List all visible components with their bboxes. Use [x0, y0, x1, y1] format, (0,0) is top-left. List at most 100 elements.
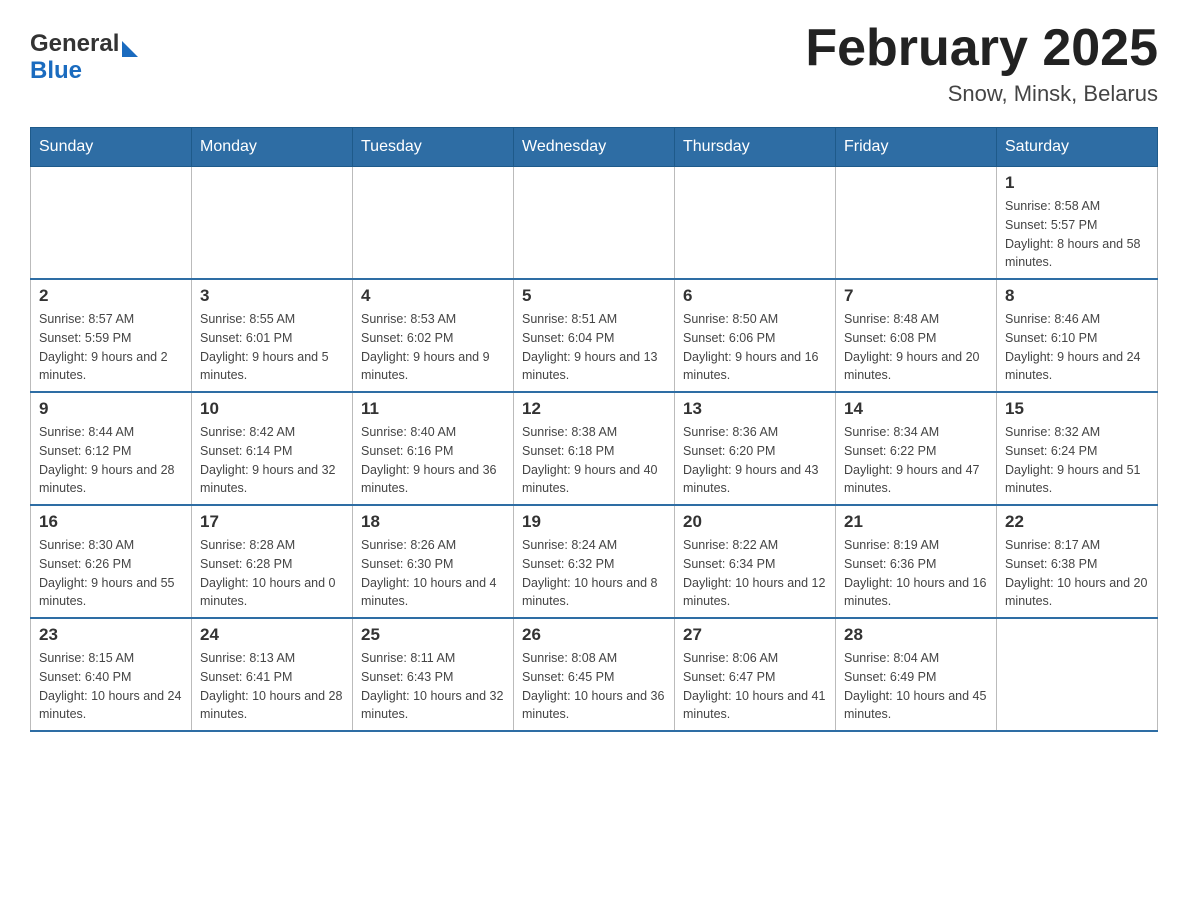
day-info: Sunrise: 8:51 AM Sunset: 6:04 PM Dayligh…: [522, 310, 666, 385]
day-number: 6: [683, 286, 827, 306]
calendar-cell: 10 Sunrise: 8:42 AM Sunset: 6:14 PM Dayli…: [192, 392, 353, 505]
weekday-header-tuesday: Tuesday: [353, 128, 514, 167]
day-info: Sunrise: 8:11 AM Sunset: 6:43 PM Dayligh…: [361, 649, 505, 724]
day-number: 11: [361, 399, 505, 419]
calendar-cell: 9Sunrise: 8:44 AM Sunset: 6:12 PM Daylig…: [31, 392, 192, 505]
day-info: Sunrise: 8:28 AM Sunset: 6:28 PM Dayligh…: [200, 536, 344, 611]
day-info: Sunrise: 8:26 AM Sunset: 6:30 PM Dayligh…: [361, 536, 505, 611]
calendar-week-2: 2 Sunrise: 8:57 AM Sunset: 5:59 PM Daylig…: [31, 279, 1158, 392]
calendar-cell: 3 Sunrise: 8:55 AM Sunset: 6:01 PM Daylig…: [192, 279, 353, 392]
day-number: 14: [844, 399, 988, 419]
weekday-header-wednesday: Wednesday: [514, 128, 675, 167]
day-number: 22: [1005, 512, 1149, 532]
day-number: 28: [844, 625, 988, 645]
day-number: 8: [1005, 286, 1149, 306]
day-number: 12: [522, 399, 666, 419]
calendar-cell: [31, 167, 192, 280]
calendar-cell: 1 Sunrise: 8:58 AM Sunset: 5:57 PM Daylig…: [997, 167, 1158, 280]
calendar-cell: 23 Sunrise: 8:15 AM Sunset: 6:40 PM Dayli…: [31, 618, 192, 731]
calendar-title: February 2025: [805, 20, 1158, 77]
day-info: Sunrise: 8:24 AM Sunset: 6:32 PM Dayligh…: [522, 536, 666, 611]
calendar-week-4: 16 Sunrise: 8:30 AM Sunset: 6:26 PM Dayli…: [31, 505, 1158, 618]
logo-general-text: General: [30, 30, 119, 59]
calendar-cell: 26 Sunrise: 8:08 AM Sunset: 6:45 PM Dayli…: [514, 618, 675, 731]
day-info: Sunrise: 8:53 AM Sunset: 6:02 PM Dayligh…: [361, 310, 505, 385]
calendar-week-1: 1 Sunrise: 8:58 AM Sunset: 5:57 PM Daylig…: [31, 167, 1158, 280]
day-number: 1: [1005, 173, 1149, 193]
day-info: Sunrise: 8:58 AM Sunset: 5:57 PM Dayligh…: [1005, 197, 1149, 272]
day-info: Sunrise: 8:42 AM Sunset: 6:14 PM Dayligh…: [200, 423, 344, 498]
logo-triangle-icon: [122, 41, 138, 57]
day-info: Sunrise: 8:17 AM Sunset: 6:38 PM Dayligh…: [1005, 536, 1149, 611]
day-info: Sunrise: 8:19 AM Sunset: 6:36 PM Dayligh…: [844, 536, 988, 611]
calendar-cell: 6Sunrise: 8:50 AM Sunset: 6:06 PM Daylig…: [675, 279, 836, 392]
weekday-header-saturday: Saturday: [997, 128, 1158, 167]
logo: General Blue: [30, 30, 190, 86]
day-number: 23: [39, 625, 183, 645]
calendar-cell: 11 Sunrise: 8:40 AM Sunset: 6:16 PM Dayli…: [353, 392, 514, 505]
day-number: 13: [683, 399, 827, 419]
day-info: Sunrise: 8:34 AM Sunset: 6:22 PM Dayligh…: [844, 423, 988, 498]
day-info: Sunrise: 8:57 AM Sunset: 5:59 PM Dayligh…: [39, 310, 183, 385]
day-info: Sunrise: 8:22 AM Sunset: 6:34 PM Dayligh…: [683, 536, 827, 611]
calendar-subtitle: Snow, Minsk, Belarus: [805, 81, 1158, 107]
day-number: 18: [361, 512, 505, 532]
calendar-cell: 12 Sunrise: 8:38 AM Sunset: 6:18 PM Dayli…: [514, 392, 675, 505]
day-number: 3: [200, 286, 344, 306]
day-info: Sunrise: 8:32 AM Sunset: 6:24 PM Dayligh…: [1005, 423, 1149, 498]
day-number: 10: [200, 399, 344, 419]
title-block: February 2025 Snow, Minsk, Belarus: [805, 20, 1158, 107]
day-number: 4: [361, 286, 505, 306]
weekday-header-sunday: Sunday: [31, 128, 192, 167]
day-number: 16: [39, 512, 183, 532]
day-number: 25: [361, 625, 505, 645]
day-info: Sunrise: 8:13 AM Sunset: 6:41 PM Dayligh…: [200, 649, 344, 724]
calendar-cell: 17 Sunrise: 8:28 AM Sunset: 6:28 PM Dayli…: [192, 505, 353, 618]
day-info: Sunrise: 8:40 AM Sunset: 6:16 PM Dayligh…: [361, 423, 505, 498]
day-info: Sunrise: 8:55 AM Sunset: 6:01 PM Dayligh…: [200, 310, 344, 385]
calendar-cell: 13 Sunrise: 8:36 AM Sunset: 6:20 PM Dayli…: [675, 392, 836, 505]
page-header: General Blue February 2025 Snow, Minsk, …: [30, 20, 1158, 107]
calendar-table: SundayMondayTuesdayWednesdayThursdayFrid…: [30, 127, 1158, 732]
day-info: Sunrise: 8:08 AM Sunset: 6:45 PM Dayligh…: [522, 649, 666, 724]
calendar-cell: 2 Sunrise: 8:57 AM Sunset: 5:59 PM Daylig…: [31, 279, 192, 392]
calendar-cell: 27 Sunrise: 8:06 AM Sunset: 6:47 PM Dayli…: [675, 618, 836, 731]
calendar-cell: [192, 167, 353, 280]
calendar-cell: 5Sunrise: 8:51 AM Sunset: 6:04 PM Daylig…: [514, 279, 675, 392]
calendar-header: SundayMondayTuesdayWednesdayThursdayFrid…: [31, 128, 1158, 167]
calendar-cell: 25 Sunrise: 8:11 AM Sunset: 6:43 PM Dayli…: [353, 618, 514, 731]
day-info: Sunrise: 8:36 AM Sunset: 6:20 PM Dayligh…: [683, 423, 827, 498]
day-info: Sunrise: 8:38 AM Sunset: 6:18 PM Dayligh…: [522, 423, 666, 498]
logo-blue-text: Blue: [30, 57, 190, 86]
weekday-header-monday: Monday: [192, 128, 353, 167]
calendar-week-5: 23 Sunrise: 8:15 AM Sunset: 6:40 PM Dayli…: [31, 618, 1158, 731]
day-number: 19: [522, 512, 666, 532]
day-info: Sunrise: 8:15 AM Sunset: 6:40 PM Dayligh…: [39, 649, 183, 724]
day-number: 2: [39, 286, 183, 306]
calendar-cell: [997, 618, 1158, 731]
day-info: Sunrise: 8:06 AM Sunset: 6:47 PM Dayligh…: [683, 649, 827, 724]
day-info: Sunrise: 8:30 AM Sunset: 6:26 PM Dayligh…: [39, 536, 183, 611]
day-number: 17: [200, 512, 344, 532]
weekday-header-thursday: Thursday: [675, 128, 836, 167]
calendar-cell: [836, 167, 997, 280]
day-number: 20: [683, 512, 827, 532]
calendar-cell: [514, 167, 675, 280]
day-number: 21: [844, 512, 988, 532]
day-number: 15: [1005, 399, 1149, 419]
calendar-cell: 20 Sunrise: 8:22 AM Sunset: 6:34 PM Dayli…: [675, 505, 836, 618]
calendar-cell: [353, 167, 514, 280]
day-number: 26: [522, 625, 666, 645]
day-info: Sunrise: 8:44 AM Sunset: 6:12 PM Dayligh…: [39, 423, 183, 498]
calendar-cell: 15 Sunrise: 8:32 AM Sunset: 6:24 PM Dayli…: [997, 392, 1158, 505]
calendar-cell: 4 Sunrise: 8:53 AM Sunset: 6:02 PM Daylig…: [353, 279, 514, 392]
calendar-cell: 8Sunrise: 8:46 AM Sunset: 6:10 PM Daylig…: [997, 279, 1158, 392]
calendar-cell: [675, 167, 836, 280]
calendar-cell: 16 Sunrise: 8:30 AM Sunset: 6:26 PM Dayli…: [31, 505, 192, 618]
calendar-cell: 22 Sunrise: 8:17 AM Sunset: 6:38 PM Dayli…: [997, 505, 1158, 618]
day-number: 27: [683, 625, 827, 645]
day-info: Sunrise: 8:48 AM Sunset: 6:08 PM Dayligh…: [844, 310, 988, 385]
day-number: 24: [200, 625, 344, 645]
weekday-header-friday: Friday: [836, 128, 997, 167]
calendar-cell: 28Sunrise: 8:04 AM Sunset: 6:49 PM Dayli…: [836, 618, 997, 731]
